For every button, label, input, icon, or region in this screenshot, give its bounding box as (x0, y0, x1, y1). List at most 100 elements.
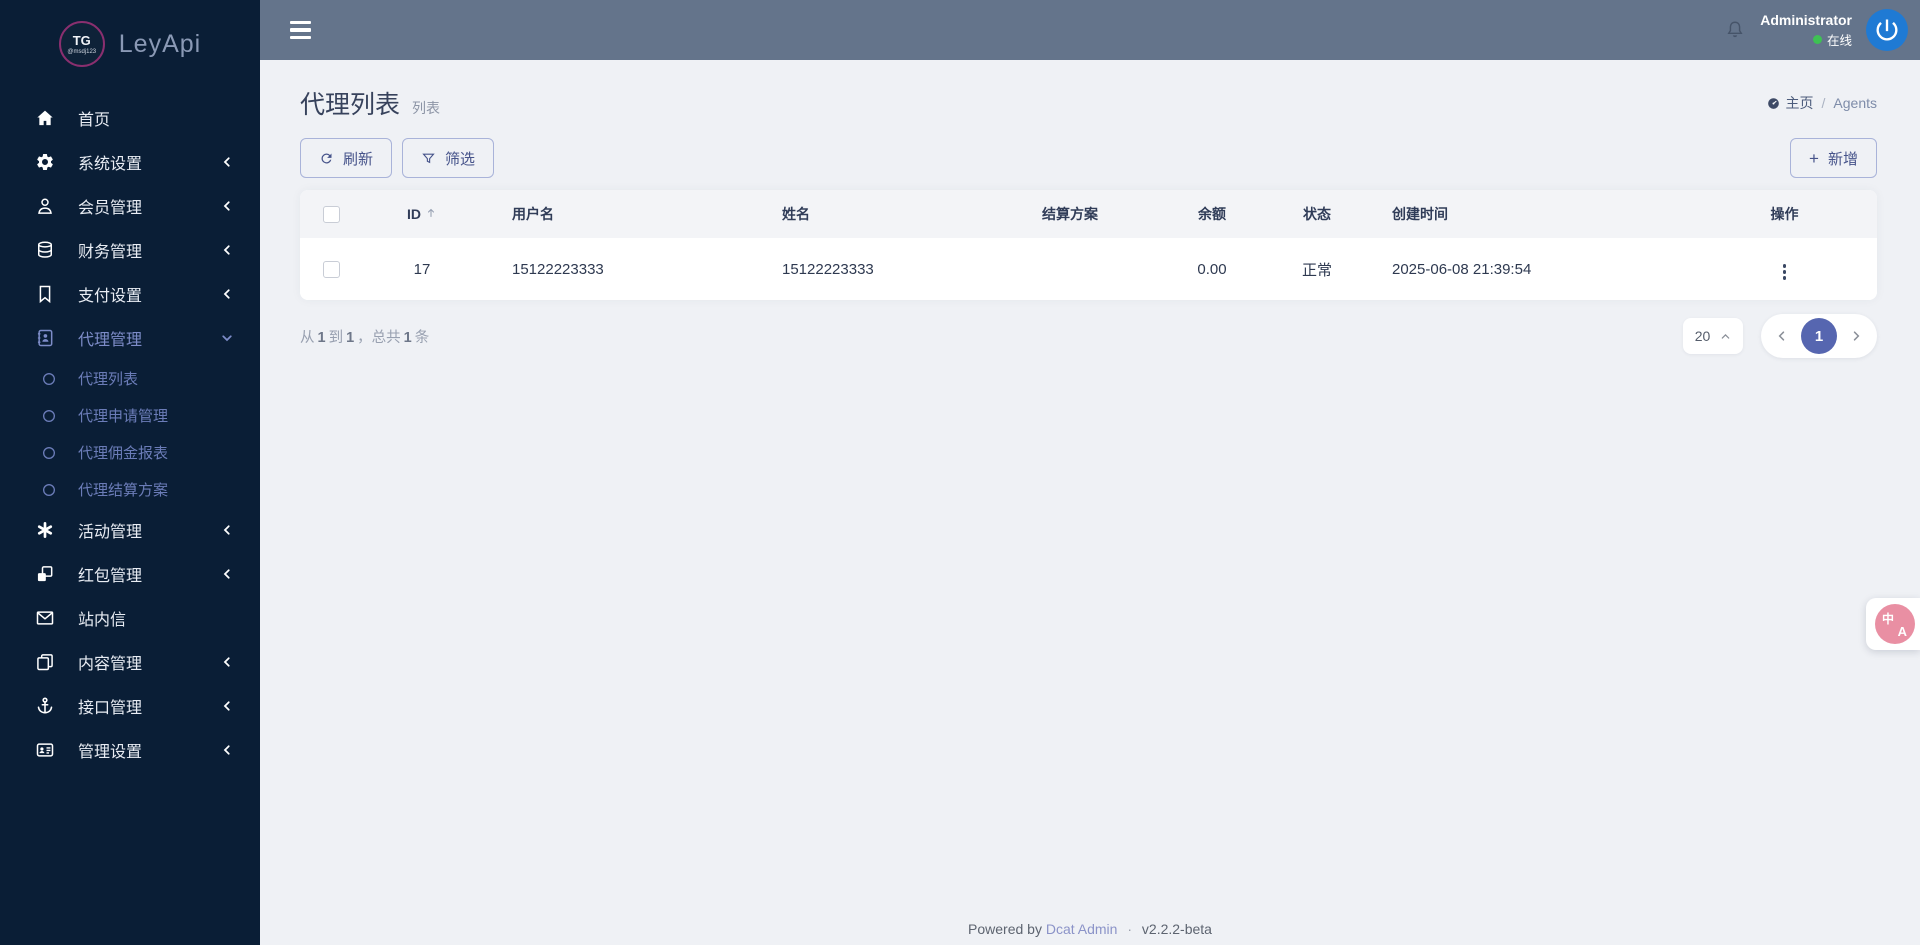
chevron-left-icon (1778, 331, 1785, 341)
gears-icon (34, 151, 56, 173)
cubes-icon (34, 563, 56, 585)
sidebar-item-label: 内容管理 (78, 656, 143, 673)
sidebar-item-label: 红包管理 (78, 568, 143, 585)
footer-separator: · (1127, 921, 1133, 937)
home-icon (34, 107, 56, 129)
select-all-checkbox[interactable] (322, 205, 340, 223)
translate-zh-glyph: 中 (1882, 612, 1895, 626)
column-id: ID (407, 206, 421, 222)
sidebar-item-label: 代理管理 (78, 332, 143, 349)
sidebar-item-red-packets[interactable]: 红包管理 (0, 552, 260, 596)
breadcrumb-home[interactable]: 主页 (1766, 93, 1814, 113)
page-size-select[interactable]: 20 (1683, 318, 1743, 354)
translate-widget[interactable]: 中 A (1866, 598, 1920, 650)
cell-plan (1012, 238, 1152, 300)
sidebar-item-system-settings[interactable]: 系统设置 (0, 140, 260, 184)
filter-label: 筛选 (445, 150, 476, 168)
circle-icon (40, 407, 58, 425)
breadcrumb-home-label: 主页 (1785, 95, 1814, 111)
summary-to-label: 到 (328, 329, 344, 346)
filter-button[interactable]: 筛选 (402, 138, 495, 178)
sidebar-item-members[interactable]: 会员管理 (0, 184, 260, 228)
hamburger-icon[interactable] (284, 15, 317, 46)
current-page-button[interactable]: 1 (1801, 318, 1837, 354)
sidebar-item-label: 首页 (78, 112, 111, 129)
sidebar-subitem-agent-commission-report[interactable]: 代理佣金报表 (0, 434, 260, 471)
id-card-icon (34, 739, 56, 761)
sidebar-item-activities[interactable]: 活动管理 (0, 508, 260, 552)
title-wrap: 代理列表 列表 (300, 85, 440, 121)
sidebar-item-payment-settings[interactable]: 支付设置 (0, 272, 260, 316)
column-username: 用户名 (512, 206, 554, 222)
chevron-left-icon (220, 287, 234, 301)
toolbar: 刷新 筛选 + 新增 (300, 138, 1877, 178)
power-logo-icon (1876, 19, 1898, 41)
sidebar-menu: 首页 系统设置 会员管理 财务管理 支付设置 代理管理 代理列表 代理申请管理 … (0, 88, 260, 772)
refresh-icon (321, 152, 332, 163)
breadcrumb-separator: / (1821, 95, 1826, 111)
cell-id: 17 (413, 260, 431, 278)
sidebar-item-home[interactable]: 首页 (0, 96, 260, 140)
chevron-left-icon (220, 155, 234, 169)
summary-from-value: 1 (317, 329, 326, 346)
cell-status: 正常 (1301, 261, 1332, 279)
address-book-icon (34, 327, 56, 349)
main-content: 代理列表 列表 主页 / Agents 刷新 筛选 + 新增 ID 用户名 姓名… (260, 60, 1920, 358)
chevron-left-icon (220, 699, 234, 713)
online-label: 在线 (1826, 33, 1852, 48)
sidebar-item-label: 接口管理 (78, 700, 143, 717)
row-checkbox[interactable] (322, 260, 340, 278)
sidebar-subitem-agent-list[interactable]: 代理列表 (0, 360, 260, 397)
user-block[interactable]: Administrator 在线 (1760, 12, 1852, 49)
avatar[interactable] (1866, 9, 1908, 51)
chevron-left-icon (220, 523, 234, 537)
sidebar-item-finance[interactable]: 财务管理 (0, 228, 260, 272)
user-status: 在线 (1812, 30, 1852, 49)
chevron-left-icon (220, 199, 234, 213)
sort-id[interactable]: ID (407, 206, 437, 222)
summary-comma: ， (357, 329, 372, 346)
dashboard-icon (1767, 97, 1779, 109)
sidebar-item-agents[interactable]: 代理管理 (0, 316, 260, 360)
sidebar-item-site-messages[interactable]: 站内信 (0, 596, 260, 640)
breadcrumb: 主页 / Agents (1766, 93, 1877, 113)
toolbar-left: 刷新 筛选 (300, 138, 495, 178)
agents-table: ID 用户名 姓名 结算方案 余额 状态 创建时间 操作 17 15122223… (300, 190, 1877, 300)
refresh-button[interactable]: 刷新 (300, 138, 393, 178)
pager: 1 (1761, 314, 1877, 358)
sidebar-subitem-agent-applications[interactable]: 代理申请管理 (0, 397, 260, 434)
refresh-label: 刷新 (343, 150, 374, 168)
cell-created-at: 2025-06-08 21:39:54 (1392, 260, 1532, 278)
row-actions-menu-icon[interactable] (1775, 260, 1795, 284)
summary-total-value: 1 (403, 329, 412, 346)
next-page-button[interactable] (1845, 329, 1867, 343)
brand-logo[interactable]: TG @msdj123 LeyApi (0, 0, 260, 88)
column-status: 状态 (1303, 206, 1331, 222)
page-footer: Powered by Dcat Admin · v2.2.2-beta (260, 921, 1920, 937)
column-plan: 结算方案 (1042, 206, 1098, 222)
pager-zone: 20 1 (1683, 314, 1877, 358)
bell-icon[interactable] (1724, 19, 1746, 41)
table-footer: 从 1 到 1 ，总共 1 条 20 1 (300, 314, 1877, 358)
sidebar-subitem-label: 代理结算方案 (78, 482, 169, 499)
footer-dcat-link[interactable]: Dcat Admin (1046, 921, 1118, 937)
cell-username: 15122223333 (512, 260, 604, 278)
sidebar-item-api[interactable]: 接口管理 (0, 684, 260, 728)
chevron-left-icon (220, 243, 234, 257)
footer-version: v2.2.2-beta (1141, 921, 1212, 937)
sidebar-item-admin-settings[interactable]: 管理设置 (0, 728, 260, 772)
sidebar-item-content[interactable]: 内容管理 (0, 640, 260, 684)
column-balance: 余额 (1198, 206, 1226, 222)
create-button[interactable]: + 新增 (1790, 138, 1877, 178)
sidebar-item-label: 财务管理 (78, 244, 143, 261)
prev-page-button[interactable] (1771, 329, 1793, 343)
topbar: Administrator 在线 (260, 0, 1920, 60)
chevron-left-icon (220, 567, 234, 581)
summary-from-label: 从 (300, 329, 315, 346)
user-name: Administrator (1760, 11, 1852, 28)
table-card: ID 用户名 姓名 结算方案 余额 状态 创建时间 操作 17 15122223… (300, 190, 1877, 300)
sidebar-subitem-label: 代理佣金报表 (78, 445, 169, 462)
sidebar-subitem-agent-settlement-plan[interactable]: 代理结算方案 (0, 471, 260, 508)
brand-badge-text: TG (72, 32, 91, 48)
page-size-value: 20 (1694, 328, 1711, 344)
